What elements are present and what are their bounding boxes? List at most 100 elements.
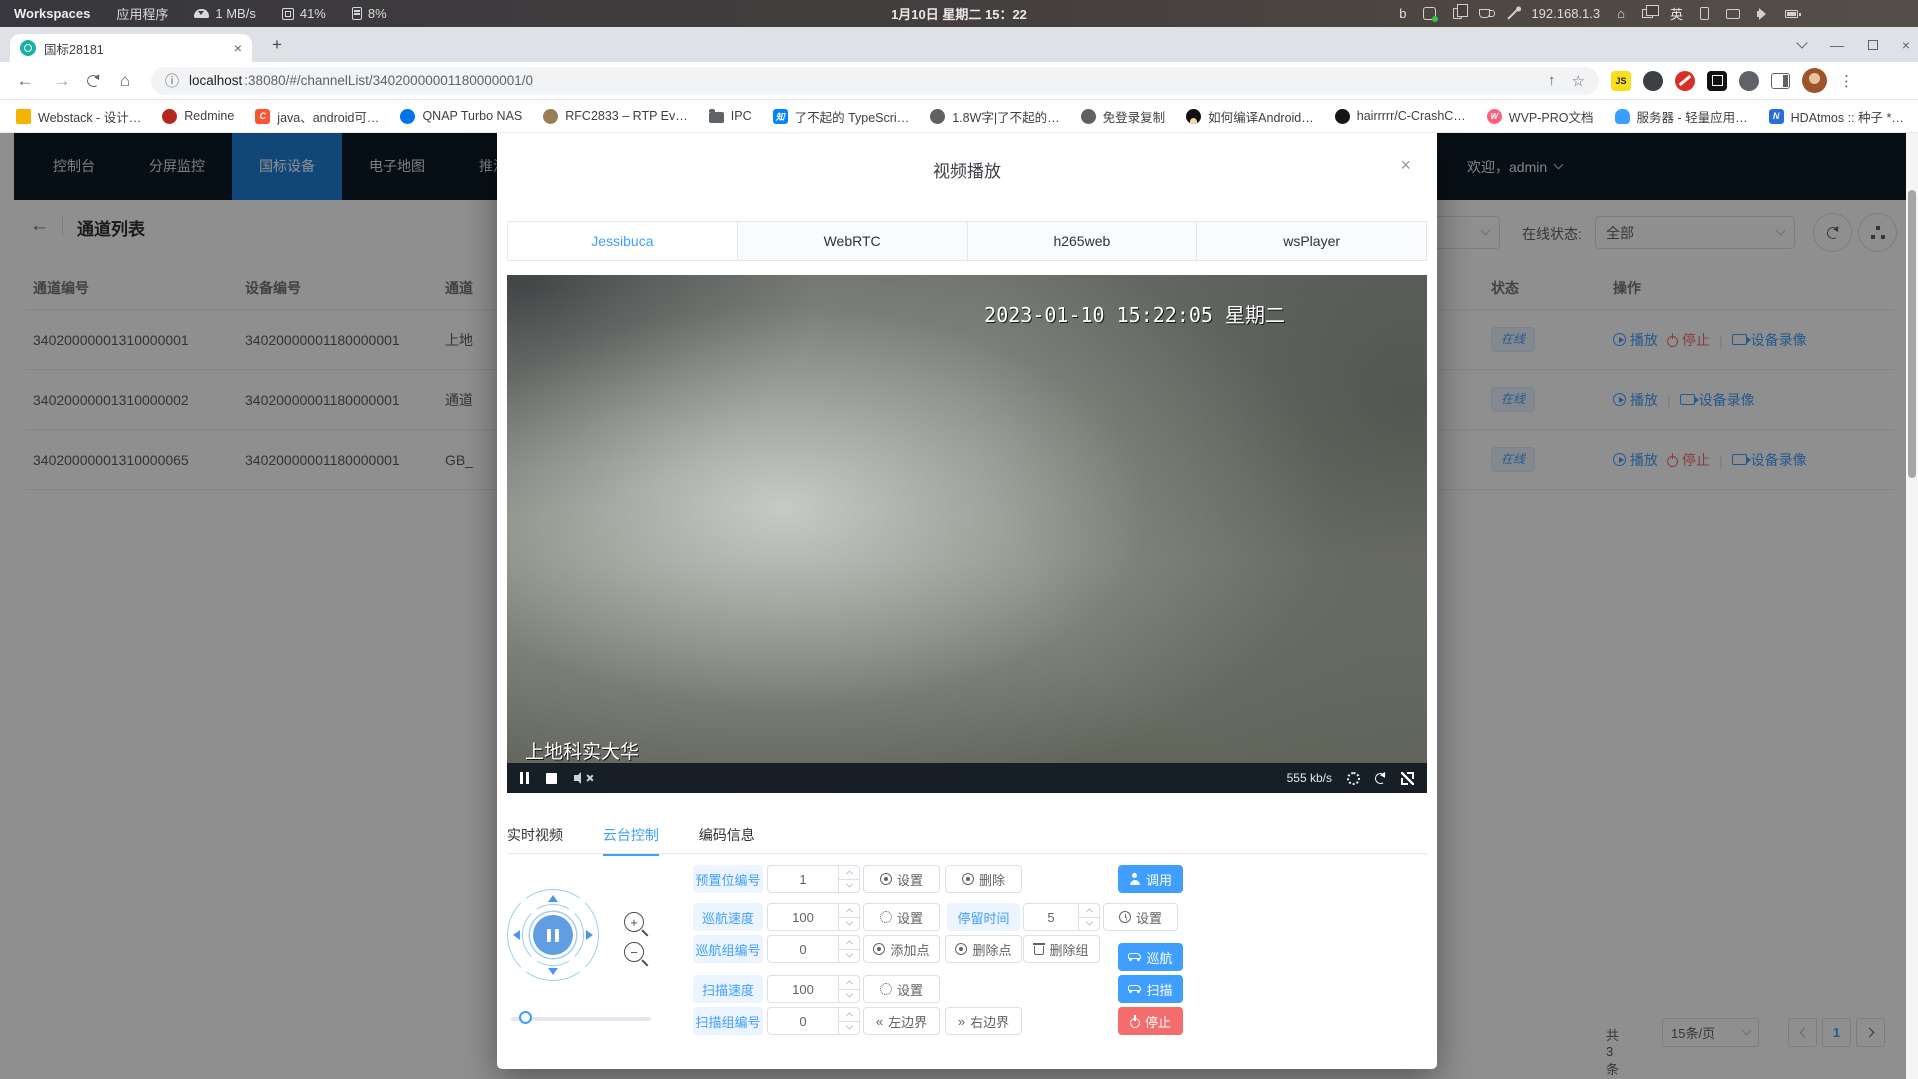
- bookmark-item[interactable]: Cjava、android可…: [255, 107, 379, 126]
- bookmark-item[interactable]: 服务器 - 轻量应用…: [1615, 107, 1748, 126]
- browser-home-button[interactable]: ⌂: [113, 71, 137, 91]
- stop-playback-button[interactable]: [546, 773, 557, 784]
- bookmark-item[interactable]: Redmine: [162, 109, 234, 124]
- bookmark-item[interactable]: 1.8W字|了不起的…: [930, 107, 1059, 126]
- left-boundary-button[interactable]: «左边界: [863, 1007, 940, 1035]
- bookmarks-bar: Webstack - 设计… Redmine Cjava、android可… Q…: [0, 100, 1918, 133]
- display-tray-icon[interactable]: [1726, 9, 1740, 19]
- tab-wsplayer[interactable]: wsPlayer: [1196, 222, 1426, 260]
- bookmark-item[interactable]: 如何编译Android…: [1186, 107, 1314, 126]
- car-icon: [1128, 953, 1141, 959]
- pause-button[interactable]: [520, 772, 529, 784]
- scan-speed-input[interactable]: 100: [767, 975, 860, 1003]
- window-switcher-tray-icon[interactable]: [1642, 9, 1653, 18]
- tab-h265web[interactable]: h265web: [967, 222, 1197, 260]
- mute-button[interactable]: [574, 775, 592, 781]
- browser-forward-button[interactable]: →: [50, 71, 74, 91]
- ip-address-indicator[interactable]: 192.168.1.3: [1531, 6, 1600, 21]
- bookmark-item[interactable]: hairrrrr/C-CrashC…: [1335, 109, 1466, 124]
- add-point-button[interactable]: 添加点: [863, 935, 940, 963]
- window-minimize-button[interactable]: —: [1830, 37, 1844, 53]
- tab-encoding-info[interactable]: 编码信息: [699, 825, 755, 854]
- tab-ptz-control[interactable]: 云台控制: [603, 825, 659, 856]
- ptz-stop-button[interactable]: 停止: [1118, 1007, 1183, 1035]
- cruise-speed-input[interactable]: 100: [767, 903, 860, 931]
- ptz-down-arrow[interactable]: [548, 968, 558, 975]
- color-picker-tray-icon[interactable]: [1508, 8, 1519, 19]
- extension-key-icon[interactable]: [1643, 71, 1663, 91]
- extension-js-icon[interactable]: JS: [1611, 71, 1631, 91]
- video-player[interactable]: 2023-01-10 15:22:05 星期二 上地科实大华 555 kb/s: [507, 275, 1427, 793]
- input-method-indicator[interactable]: 英: [1670, 4, 1683, 23]
- extension-square-icon[interactable]: [1707, 71, 1727, 91]
- tab-webrtc[interactable]: WebRTC: [737, 222, 967, 260]
- preset-number-input[interactable]: 1: [767, 865, 860, 893]
- cruise-speed-set-button[interactable]: 设置: [863, 903, 940, 931]
- player-refresh-icon[interactable]: [1374, 771, 1387, 784]
- battery-tray-icon[interactable]: [1785, 10, 1798, 18]
- tab-jessibuca[interactable]: Jessibuca: [508, 222, 737, 260]
- notification-tray-icon[interactable]: [1423, 7, 1436, 20]
- browser-back-button[interactable]: ←: [13, 71, 37, 91]
- ptz-up-arrow[interactable]: [548, 895, 558, 902]
- preset-call-button[interactable]: 调用: [1118, 865, 1183, 893]
- extensions-puzzle-icon[interactable]: [1739, 71, 1759, 91]
- browser-tab[interactable]: 国标28181 ×: [10, 34, 252, 62]
- number-spinner[interactable]: [838, 976, 859, 1002]
- preset-delete-button[interactable]: 删除: [945, 865, 1022, 893]
- bookmark-label: Webstack - 设计…: [38, 107, 141, 126]
- scrollbar-thumb[interactable]: [1908, 190, 1916, 478]
- delete-group-button[interactable]: 删除组: [1023, 935, 1100, 963]
- new-tab-button[interactable]: +: [264, 35, 290, 55]
- volume-tray-icon[interactable]: [1757, 11, 1761, 17]
- caffeine-tray-icon[interactable]: [1479, 9, 1490, 18]
- device-connect-tray-icon[interactable]: [1700, 7, 1709, 20]
- address-bar[interactable]: ⓘ localhost :38080/#/channelList/3402000…: [151, 67, 1599, 95]
- scan-start-button[interactable]: 扫描: [1118, 975, 1183, 1003]
- delete-point-button[interactable]: 删除点: [945, 935, 1022, 963]
- bookmark-item[interactable]: QNAP Turbo NAS: [400, 109, 522, 124]
- bookmark-item[interactable]: NHDAtmos :: 种子 *…: [1769, 107, 1904, 126]
- stay-time-set-button[interactable]: 设置: [1103, 903, 1178, 931]
- window-maximize-button[interactable]: [1868, 40, 1878, 50]
- extension-adblock-icon[interactable]: [1675, 71, 1695, 91]
- number-spinner[interactable]: [838, 904, 859, 930]
- cruise-group-input[interactable]: 0: [767, 935, 860, 963]
- preset-set-button[interactable]: 设置: [863, 865, 940, 893]
- browser-menu-button[interactable]: ⋮: [1839, 72, 1854, 90]
- tab-live-video[interactable]: 实时视频: [507, 825, 563, 854]
- tab-close-button[interactable]: ×: [234, 40, 242, 56]
- site-info-icon[interactable]: ⓘ: [165, 71, 179, 91]
- bookmark-folder[interactable]: IPC: [709, 109, 752, 123]
- number-spinner[interactable]: [838, 866, 859, 892]
- bookmark-item[interactable]: 免登录复制: [1081, 107, 1166, 126]
- stay-time-label: 停留时间: [947, 903, 1020, 931]
- fullscreen-icon[interactable]: [1401, 772, 1414, 785]
- stay-time-input[interactable]: 5: [1023, 903, 1100, 931]
- window-close-button[interactable]: ×: [1902, 37, 1910, 53]
- profile-avatar[interactable]: [1802, 68, 1827, 93]
- scan-speed-set-button[interactable]: 设置: [863, 975, 940, 1003]
- number-spinner[interactable]: [838, 1008, 859, 1034]
- cruise-start-button[interactable]: 巡航: [1118, 943, 1183, 971]
- bookmark-item[interactable]: RFC2833 – RTP Ev…: [543, 109, 688, 124]
- bookmark-star-icon[interactable]: ☆: [1572, 72, 1585, 90]
- dialog-close-button[interactable]: ×: [1400, 155, 1411, 176]
- bookmark-favicon: [400, 109, 415, 124]
- number-spinner[interactable]: [1078, 904, 1099, 930]
- player-settings-icon[interactable]: [1347, 772, 1360, 785]
- right-boundary-button[interactable]: »右边界: [945, 1007, 1022, 1035]
- page-scrollbar[interactable]: [1906, 133, 1918, 1079]
- clipboard-tray-icon[interactable]: [1453, 8, 1462, 19]
- scan-group-input[interactable]: 0: [767, 1007, 860, 1035]
- browser-reload-button[interactable]: [86, 73, 102, 88]
- bookmark-item[interactable]: Webstack - 设计…: [16, 107, 141, 126]
- bookmark-item[interactable]: WWVP-PRO文档: [1487, 107, 1594, 126]
- bookmark-item[interactable]: 知了不起的 TypeScri…: [773, 107, 910, 126]
- share-icon[interactable]: ↑: [1548, 72, 1556, 90]
- tab-search-chevron-icon[interactable]: [1796, 37, 1807, 48]
- side-panel-icon[interactable]: [1771, 73, 1790, 89]
- home-tray-icon[interactable]: ⌂: [1617, 6, 1625, 21]
- search-tray-icon[interactable]: b: [1399, 6, 1406, 21]
- number-spinner[interactable]: [838, 936, 859, 962]
